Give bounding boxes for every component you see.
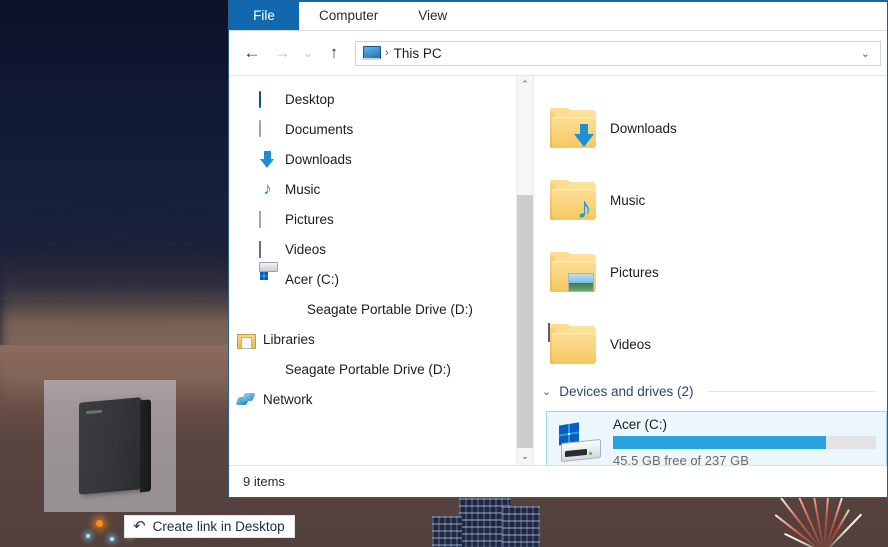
drive-info: Acer (C:) 45.5 GB free of 237 GB	[613, 416, 876, 466]
navigation-pane: Desktop Documents Downloads ♪ Music Pict…	[229, 76, 533, 465]
nav-item-music[interactable]: ♪ Music	[229, 174, 533, 204]
drive-capacity-label: 45.5 GB free of 237 GB	[613, 452, 749, 466]
group-header-label: Devices and drives (2)	[559, 384, 694, 399]
address-dropdown-icon[interactable]: ⌄	[853, 47, 878, 60]
nav-item-network[interactable]: Network	[229, 384, 533, 414]
this-pc-icon	[362, 46, 381, 60]
tab-view-label: View	[418, 7, 448, 23]
skyline-lamp	[86, 534, 90, 538]
nav-item-desktop[interactable]: Desktop	[229, 84, 533, 114]
file-explorer-window[interactable]: File Computer View ← → ⌄ ↑ › This PC ⌄ D…	[228, 0, 888, 498]
scroll-down-button[interactable]: ⌄	[517, 448, 533, 465]
drive-capacity-fill	[613, 435, 827, 449]
chevron-down-icon[interactable]: ⌄	[542, 385, 551, 398]
nav-item-videos[interactable]: Videos	[229, 234, 533, 264]
documents-icon	[259, 119, 276, 138]
chevron-down-icon: ⌄	[302, 46, 314, 60]
skyline-tower	[502, 506, 540, 547]
tab-file-label: File	[253, 7, 275, 23]
nav-item-label: Network	[263, 391, 313, 407]
nav-item-pictures[interactable]: Pictures	[229, 204, 533, 234]
back-button[interactable]: ←	[237, 38, 267, 68]
back-arrow-icon: ←	[243, 43, 261, 62]
drive-name-label: Acer (C:)	[613, 416, 667, 432]
nav-item-label: Seagate Portable Drive (D:)	[307, 301, 473, 317]
nav-item-libraries[interactable]: Libraries	[229, 324, 533, 354]
nav-item-label: Music	[285, 181, 321, 197]
folder-item-label: Videos	[610, 336, 652, 352]
nav-item-label: Pictures	[285, 211, 334, 227]
nav-item-acer-c[interactable]: Acer (C:)	[229, 264, 533, 294]
content-pane[interactable]: Downloads ♪ Music Pictures Videos ⌄ Devi…	[533, 76, 887, 465]
breadcrumb-separator: ›	[385, 47, 389, 59]
forward-arrow-icon: →	[273, 43, 291, 62]
folder-pictures-icon	[550, 252, 596, 292]
music-icon: ♪	[263, 178, 272, 198]
skyline-lamp	[110, 537, 114, 541]
nav-item-label: Videos	[285, 241, 327, 257]
scrollbar-thumb[interactable]	[517, 195, 533, 448]
drag-ghost-seagate-drive	[44, 380, 176, 512]
nav-item-seagate-d[interactable]: Seagate Portable Drive (D:)	[229, 354, 533, 384]
nav-item-label: Libraries	[263, 331, 315, 347]
drive-item-acer-c[interactable]: Acer (C:) 45.5 GB free of 237 GB	[546, 411, 887, 465]
skyline-lamp	[96, 520, 103, 527]
folder-music-icon: ♪	[550, 180, 596, 224]
nav-item-label: Acer (C:)	[285, 271, 339, 287]
chevron-down-icon: ⌄	[521, 451, 529, 461]
skyline-tower	[432, 516, 462, 547]
breadcrumb-this-pc[interactable]: This PC	[394, 46, 442, 61]
tab-computer[interactable]: Computer	[299, 0, 398, 30]
folder-item-label: Pictures	[610, 264, 659, 280]
up-arrow-icon: ↑	[329, 43, 339, 62]
nav-item-seagate-d-child[interactable]: Seagate Portable Drive (D:)	[229, 294, 533, 324]
chevron-up-icon: ⌃	[521, 79, 529, 89]
external-drive-icon	[259, 361, 276, 378]
tab-computer-label: Computer	[319, 7, 379, 23]
hard-drive-icon	[259, 271, 276, 288]
pictures-icon	[259, 210, 276, 228]
ribbon-tab-bar: File Computer View	[229, 0, 887, 31]
folder-item-label: Downloads	[610, 120, 677, 136]
drive-capacity-bar	[613, 435, 876, 449]
videos-icon	[259, 240, 276, 258]
libraries-icon	[237, 331, 254, 348]
folder-item-downloads[interactable]: Downloads	[534, 92, 887, 164]
recent-locations-button[interactable]: ⌄	[297, 38, 319, 68]
status-bar: 9 items	[229, 465, 887, 497]
external-drive-icon	[79, 397, 151, 495]
windows-drive-icon	[557, 422, 601, 463]
folder-videos-icon	[548, 323, 596, 364]
forward-button[interactable]: →	[267, 38, 297, 68]
tab-file[interactable]: File	[229, 0, 299, 30]
desktop-icon	[259, 90, 276, 108]
folder-item-music[interactable]: ♪ Music	[534, 164, 887, 236]
navigation-pane-scrollbar[interactable]: ⌃ ⌄	[516, 76, 533, 465]
address-bar[interactable]: › This PC ⌄	[355, 40, 881, 66]
nav-item-downloads[interactable]: Downloads	[229, 144, 533, 174]
window-body: Desktop Documents Downloads ♪ Music Pict…	[229, 75, 887, 465]
up-button[interactable]: ↑	[319, 38, 349, 68]
nav-item-label: Desktop	[285, 91, 335, 107]
group-header-devices-and-drives[interactable]: ⌄ Devices and drives (2)	[534, 380, 887, 403]
folder-downloads-icon	[550, 108, 596, 148]
tab-view[interactable]: View	[398, 0, 467, 30]
status-item-count: 9 items	[243, 474, 285, 489]
folder-item-pictures[interactable]: Pictures	[534, 236, 887, 308]
folder-item-label: Music	[610, 192, 646, 208]
group-header-rule	[707, 391, 875, 392]
create-shortcut-icon: ↷	[133, 518, 146, 535]
external-drive-icon	[281, 301, 298, 318]
nav-item-documents[interactable]: Documents	[229, 114, 533, 144]
nav-item-label: Documents	[285, 121, 354, 137]
drag-drop-tooltip-label: Create link in Desktop	[152, 519, 285, 534]
network-icon	[237, 391, 254, 408]
downloads-icon	[259, 151, 276, 168]
navigation-toolbar: ← → ⌄ ↑ › This PC ⌄	[229, 31, 887, 75]
drag-drop-tooltip: ↷ Create link in Desktop	[124, 515, 295, 538]
folder-item-videos[interactable]: Videos	[534, 308, 887, 380]
scroll-up-button[interactable]: ⌃	[517, 76, 533, 93]
nav-item-label: Downloads	[285, 151, 352, 167]
nav-item-label: Seagate Portable Drive (D:)	[285, 361, 451, 377]
